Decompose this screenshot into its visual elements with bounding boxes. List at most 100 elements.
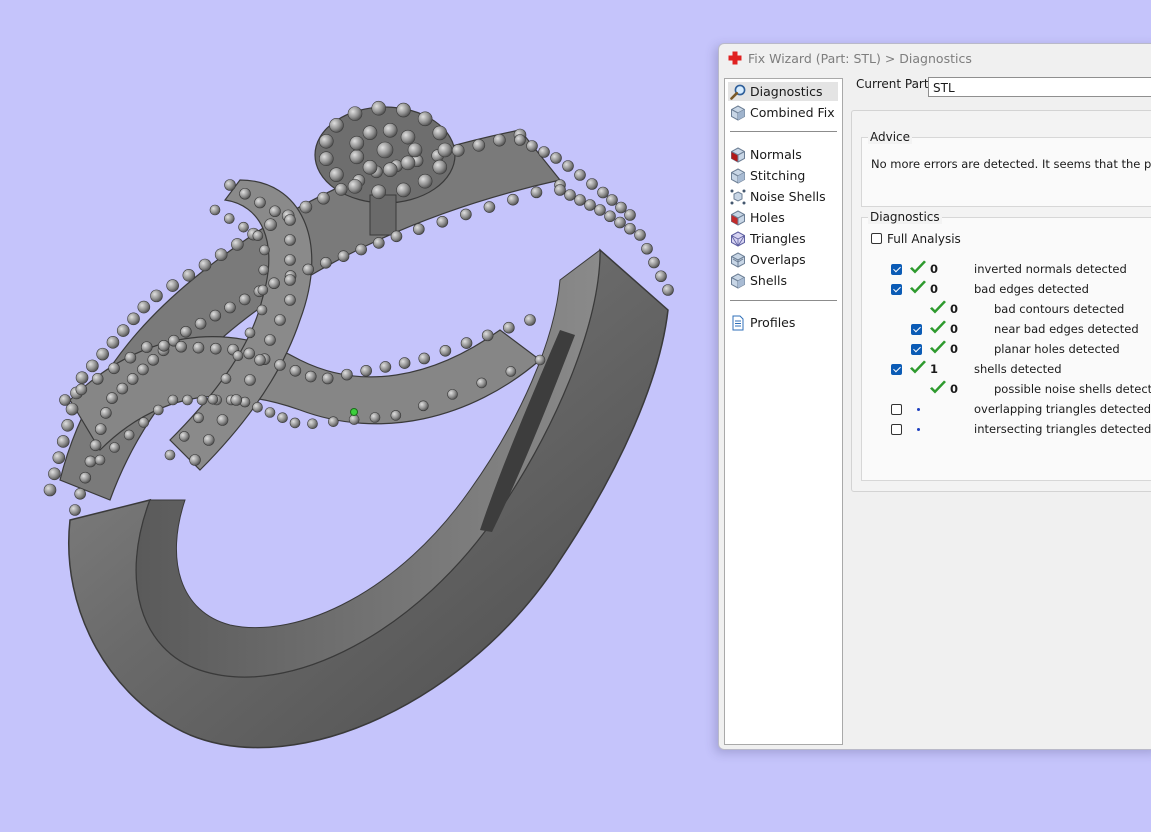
current-part-field[interactable]: STL [928, 77, 1151, 97]
diagnostic-checkbox[interactable] [891, 404, 902, 415]
nav-item-stitching[interactable]: Stitching [728, 166, 838, 185]
check-icon [930, 380, 946, 394]
ring-model [43, 100, 674, 749]
check-icon [930, 340, 946, 354]
bead [137, 300, 151, 314]
nav-label: Combined Fix [750, 105, 835, 120]
diagnostics-panel: Advice No more errors are detected. It s… [851, 110, 1151, 492]
diagnostic-count: 0 [950, 342, 959, 356]
bead [321, 372, 334, 385]
bead [257, 284, 269, 296]
bead [264, 334, 276, 346]
triangles-cube-icon [731, 230, 745, 247]
bead [56, 435, 70, 448]
bead [451, 144, 465, 157]
bead [379, 361, 392, 373]
bead [268, 277, 280, 290]
bead [269, 205, 281, 218]
current-part-label: Current Part: [856, 77, 933, 91]
bead [100, 407, 112, 419]
bead [319, 151, 334, 167]
bead [436, 215, 449, 228]
diagnostic-checkbox[interactable] [891, 364, 902, 375]
bead [396, 182, 411, 198]
bead [574, 169, 586, 181]
bead [59, 394, 71, 406]
bead [648, 256, 660, 269]
bead [503, 321, 515, 334]
bead [75, 383, 88, 396]
diagnostic-checkbox[interactable] [911, 344, 922, 355]
diagnostic-checkbox[interactable] [891, 264, 902, 275]
bead [178, 431, 190, 442]
nav-label: Overlaps [750, 252, 806, 267]
bead [514, 134, 526, 146]
nav-item-shells[interactable]: Shells [728, 271, 838, 290]
bead [594, 204, 606, 216]
nav-item-combined-fix[interactable]: Combined Fix [728, 103, 838, 122]
advice-text: No more errors are detected. It seems th… [871, 157, 1151, 171]
diagnostic-count: 0 [930, 282, 939, 296]
bead [624, 209, 636, 221]
bead [258, 264, 270, 276]
bead [75, 371, 89, 384]
diagnostic-label: overlapping triangles detected [974, 402, 1151, 416]
bead [362, 160, 378, 175]
bead [417, 173, 433, 189]
bead [116, 382, 129, 395]
nav-item-profiles[interactable]: Profiles [728, 313, 838, 332]
nav-item-triangles[interactable]: Triangles [728, 229, 838, 248]
nav-item-normals[interactable]: Normals [728, 145, 838, 164]
bead [329, 167, 344, 182]
nav-label: Noise Shells [750, 189, 826, 204]
bead [307, 418, 318, 430]
bead [274, 359, 286, 371]
diagnostic-checkbox[interactable] [891, 284, 902, 295]
bead [328, 416, 339, 427]
diagnostic-count: 0 [950, 302, 959, 316]
nav-item-noise-shells[interactable]: Noise Shells [728, 187, 838, 206]
bead [347, 179, 363, 194]
bead [108, 362, 120, 375]
full-analysis-checkbox[interactable] [871, 233, 882, 244]
diagnostic-label: possible noise shells detected [994, 382, 1151, 396]
bead [153, 404, 164, 416]
bead [224, 301, 236, 314]
bead [264, 218, 277, 232]
bead [167, 394, 179, 406]
diagnostic-checkbox[interactable] [911, 324, 922, 335]
bead [158, 339, 170, 352]
diagnostics-title: Diagnostics [868, 210, 942, 224]
bead [284, 214, 296, 226]
bead [432, 125, 448, 141]
bead [254, 354, 266, 366]
bead [371, 100, 387, 116]
title-bar[interactable]: Fix Wizard (Part: STL) > Diagnostics [719, 44, 1151, 72]
holes-cube-icon [731, 209, 745, 226]
bead [615, 201, 627, 214]
bead [216, 414, 229, 426]
bead [223, 213, 235, 224]
nav-item-diagnostics[interactable]: Diagnostics [728, 82, 838, 101]
bead [641, 242, 653, 255]
bead [460, 337, 473, 349]
bead [334, 183, 348, 196]
nav-divider [730, 131, 837, 132]
nav-item-holes[interactable]: Holes [728, 208, 838, 227]
diagnostic-checkbox[interactable] [891, 424, 902, 435]
bead [256, 304, 268, 316]
bead [369, 412, 381, 423]
bead [349, 149, 365, 165]
bead [320, 256, 332, 269]
bead [127, 312, 140, 326]
full-analysis-label: Full Analysis [887, 232, 961, 246]
bead [329, 118, 344, 133]
nav-item-overlaps[interactable]: Overlaps [728, 250, 838, 269]
bead [530, 186, 543, 199]
shells-cube-icon [731, 272, 745, 289]
bead [43, 483, 57, 497]
bead [193, 412, 204, 424]
bead [61, 418, 74, 432]
bead [94, 423, 107, 435]
bead [439, 344, 452, 357]
